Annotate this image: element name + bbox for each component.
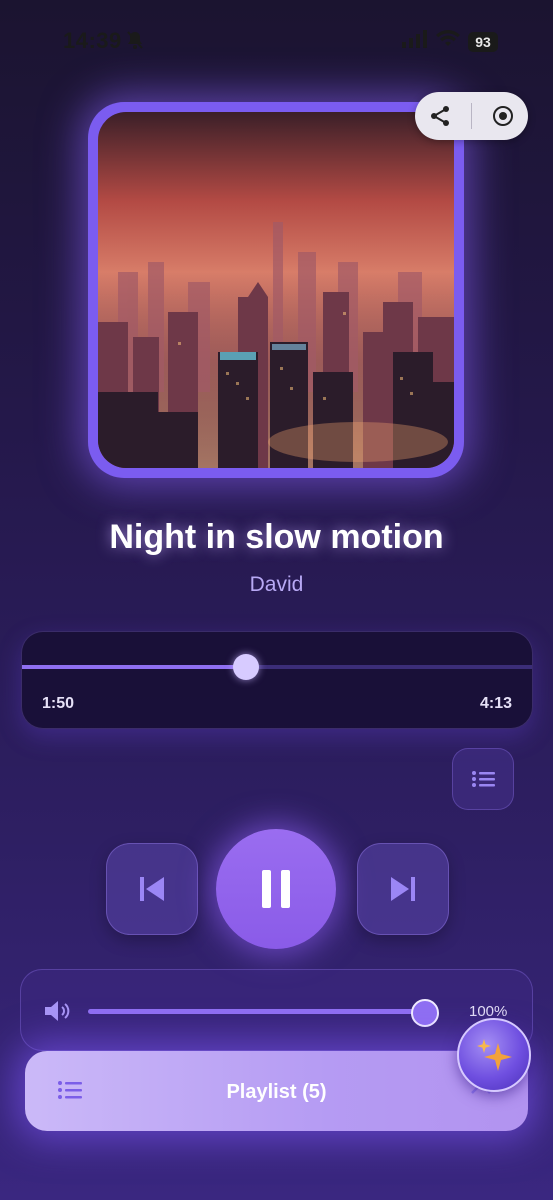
progress-thumb[interactable]	[233, 654, 260, 680]
skip-previous-icon	[140, 877, 164, 901]
battery-indicator: 93	[468, 31, 498, 52]
bell-muted-icon	[126, 30, 144, 55]
previous-button[interactable]	[106, 843, 198, 935]
share-button[interactable]	[420, 96, 460, 136]
progress-card: 1:50 4:13	[21, 631, 533, 729]
song-title: Night in slow motion	[109, 518, 444, 556]
pause-button[interactable]	[216, 829, 336, 949]
playlist-label: Playlist (5)	[226, 1081, 327, 1103]
skip-next-icon	[391, 877, 415, 901]
status-bar: 14:39 93	[0, 0, 553, 80]
status-indicators: 93	[402, 30, 498, 53]
share-record-pill	[415, 92, 528, 140]
next-button[interactable]	[357, 843, 449, 935]
ai-assistant-button[interactable]	[457, 1018, 531, 1092]
speaker-icon[interactable]	[43, 999, 73, 1028]
album-art-frame	[88, 102, 464, 478]
volume-fill	[88, 1009, 424, 1014]
current-time: 1:50	[42, 695, 75, 712]
album-art	[98, 112, 454, 468]
city-skyline-artwork	[98, 112, 454, 468]
share-icon	[431, 106, 450, 126]
volume-card: 100%	[20, 969, 533, 1051]
pause-icon	[262, 870, 290, 908]
volume-thumb[interactable]	[411, 999, 439, 1027]
queue-button[interactable]	[452, 748, 514, 810]
progress-track[interactable]	[22, 654, 532, 680]
status-time: 14:39	[63, 28, 122, 53]
volume-slider[interactable]	[88, 999, 439, 1027]
wifi-icon	[436, 30, 460, 53]
record-button[interactable]	[483, 96, 523, 136]
song-artist: David	[249, 573, 304, 596]
progress-fill	[22, 665, 247, 669]
playlist-button[interactable]: Playlist (5)	[25, 1051, 528, 1131]
list-icon	[472, 771, 495, 787]
pill-divider	[470, 103, 472, 129]
total-time: 4:13	[479, 695, 512, 712]
sparkle-icon	[477, 1039, 512, 1071]
signal-icon	[402, 30, 428, 53]
record-icon	[492, 106, 513, 126]
